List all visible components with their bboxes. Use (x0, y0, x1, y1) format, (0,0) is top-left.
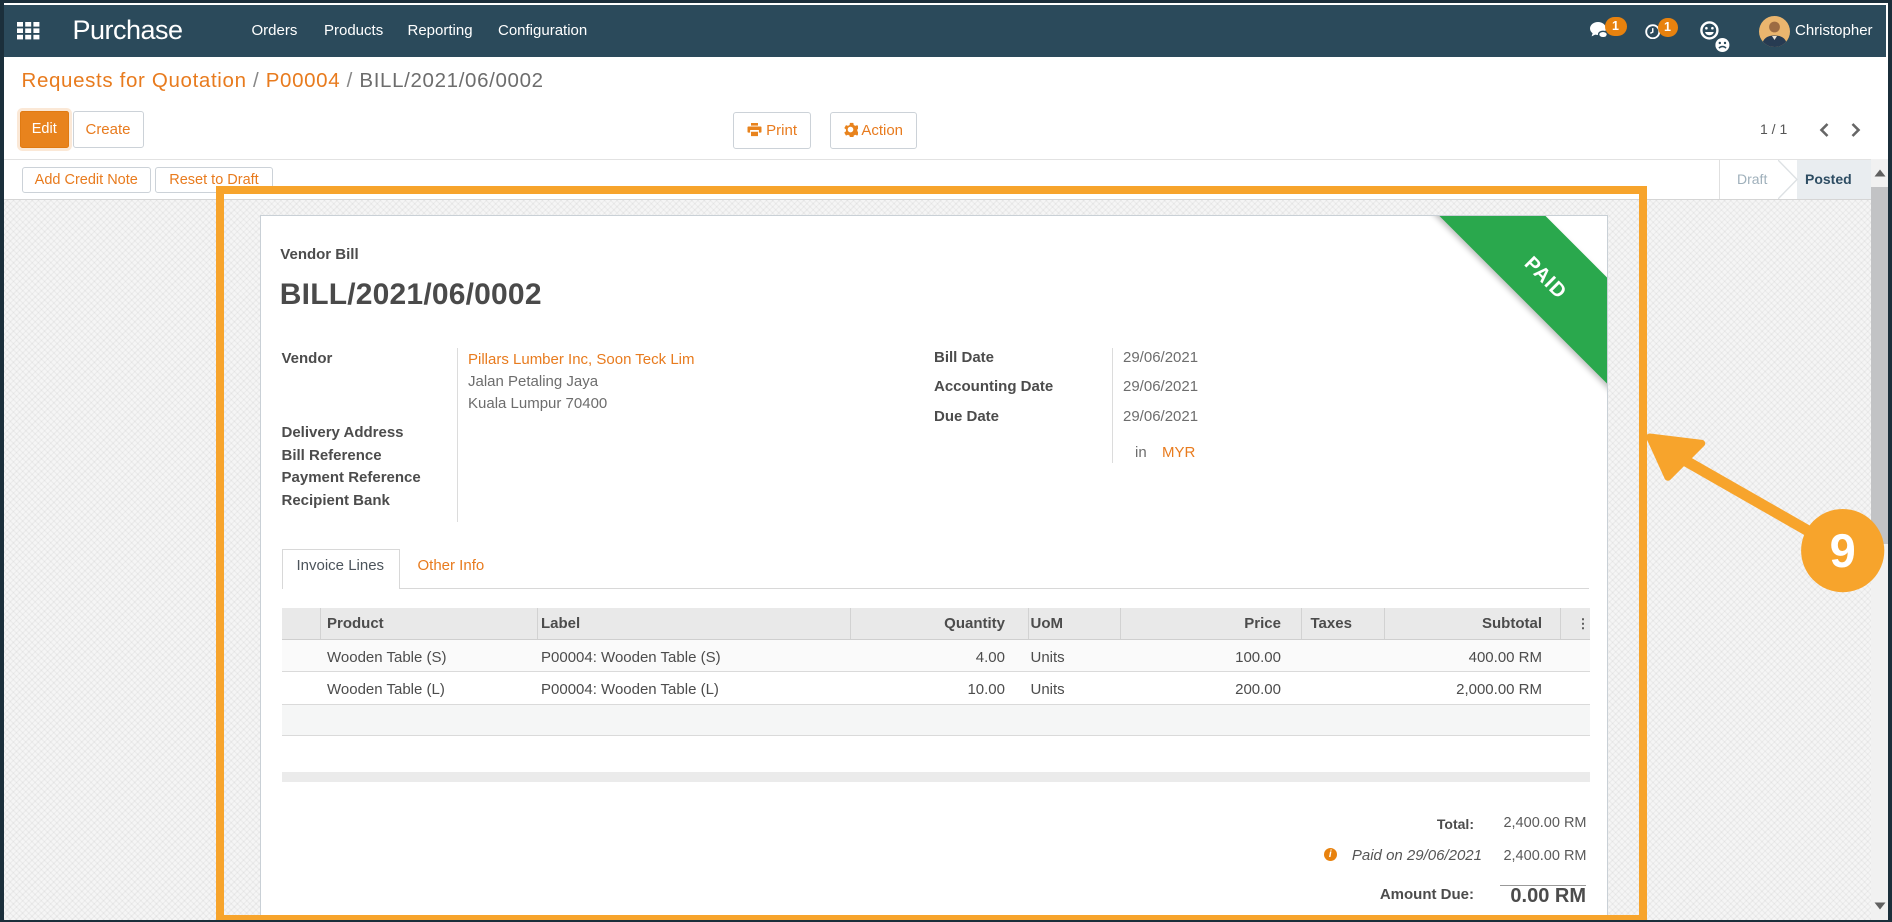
svg-text:9: 9 (1830, 524, 1856, 577)
